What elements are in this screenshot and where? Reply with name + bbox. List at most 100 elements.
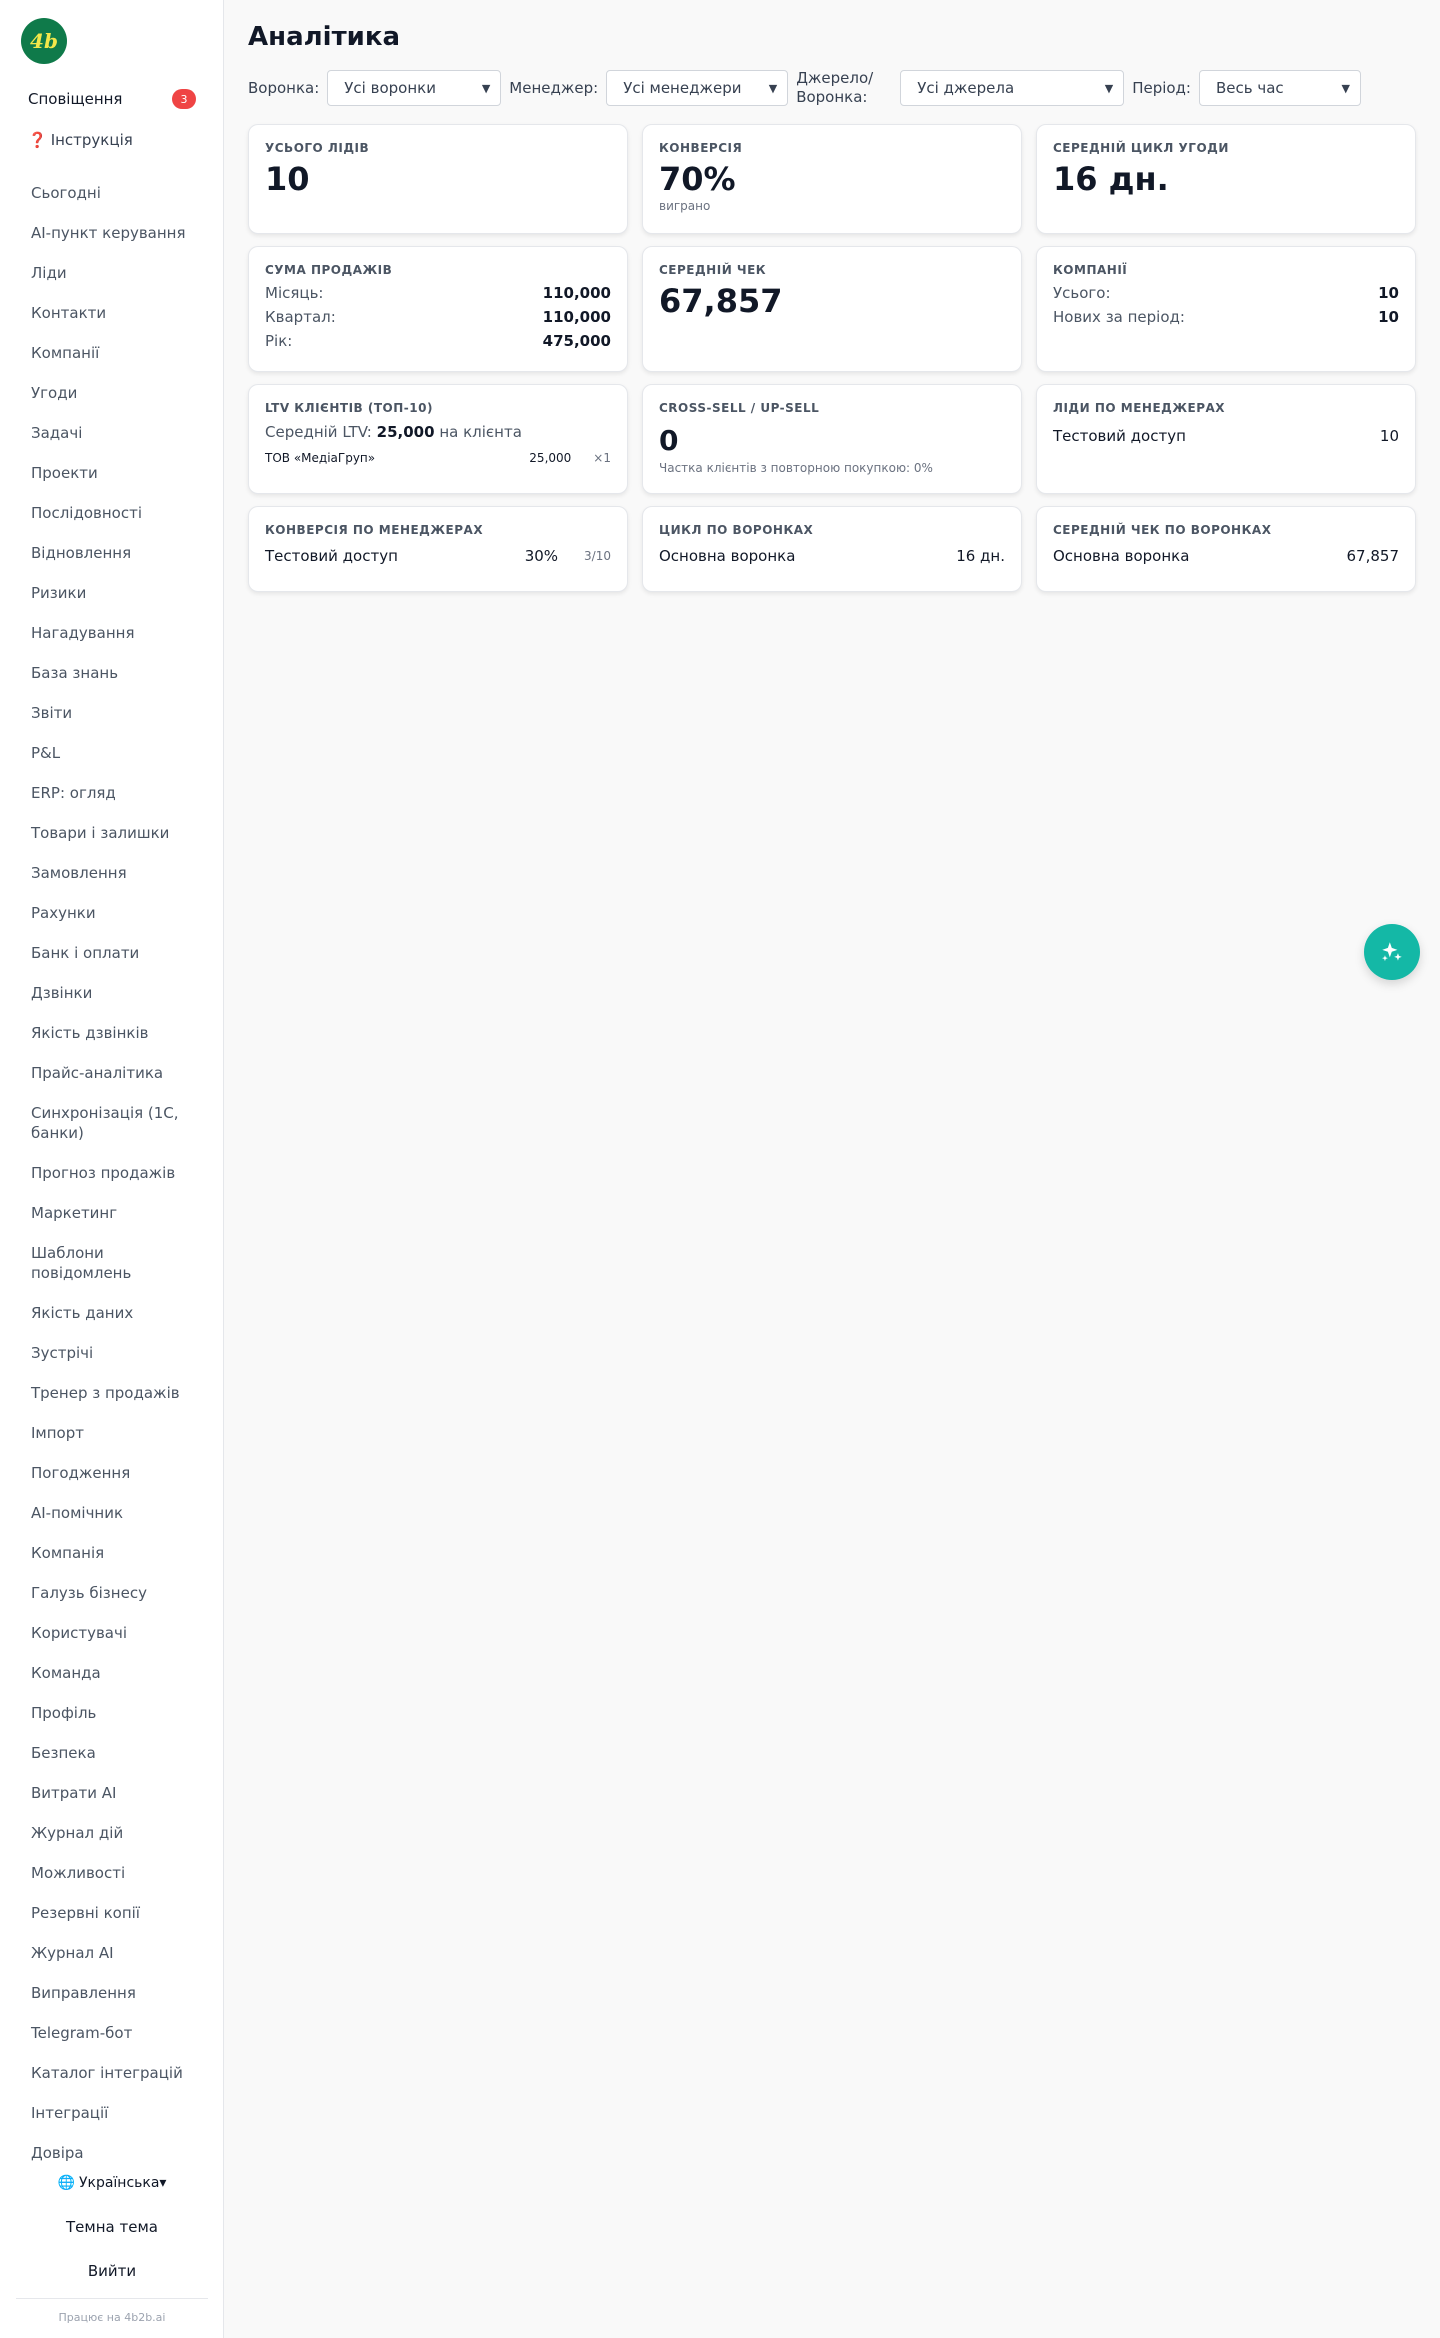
sidebar-item[interactable]: Замовлення — [0, 853, 224, 893]
sidebar-item[interactable]: Імпорт — [0, 1413, 224, 1453]
card-title: Сума продажів — [265, 263, 393, 277]
source-filter-label-line1: Джерело/ — [796, 69, 874, 87]
source-filter-label-line2: Воронка: — [796, 88, 868, 106]
sidebar-item[interactable]: Користувачі — [0, 1613, 224, 1653]
ltv-client-row: ТОВ «МедіаГруп» 25,000 ×1 — [265, 451, 611, 465]
sidebar-item[interactable]: Шаблони повідомлень — [0, 1233, 224, 1293]
sidebar-item[interactable]: P&L — [0, 733, 224, 773]
avg-cycle-card: Середній цикл угоди 16 дн. — [1036, 124, 1416, 234]
kv-label: Нових за період: — [1053, 308, 1185, 326]
period-select[interactable]: Весь час ▼ — [1199, 70, 1361, 106]
companies-new-row: Нових за період: 10 — [1053, 307, 1399, 327]
kv-value: 10 — [1378, 284, 1399, 302]
sidebar-item[interactable]: Рахунки — [0, 893, 224, 933]
sidebar-item[interactable]: Витрати AI — [0, 1773, 224, 1813]
language-selector[interactable]: 🌐 Українська▾ — [0, 2170, 224, 2196]
sidebar-item[interactable]: Задачі — [0, 413, 224, 453]
card-title: Конверсія по менеджерах — [265, 523, 484, 537]
sidebar-item[interactable]: Нагадування — [0, 613, 224, 653]
brand-logo[interactable]: 4b — [21, 18, 67, 64]
guide-link[interactable]: ❓ Інструкція — [28, 128, 133, 152]
sidebar-item[interactable]: Каталог інтеграцій — [0, 2053, 224, 2093]
sales-month-row: Місяць: 110,000 — [265, 283, 611, 303]
sidebar-item[interactable]: Проекти — [0, 453, 224, 493]
sidebar-item[interactable]: Компанії — [0, 333, 224, 373]
ai-assistant-fab[interactable] — [1364, 924, 1420, 980]
ltv-avg-value: 25,000 — [376, 423, 435, 441]
logout-button[interactable]: Вийти — [0, 2258, 224, 2284]
sidebar-item[interactable]: Банк і оплати — [0, 933, 224, 973]
sidebar-item[interactable]: Якість даних — [0, 1293, 224, 1333]
sidebar-item[interactable]: Команда — [0, 1653, 224, 1693]
notifications-link[interactable]: Сповіщення 3 — [28, 87, 196, 111]
sidebar-item[interactable]: Відновлення — [0, 533, 224, 573]
sidebar-item[interactable]: Інтеграції — [0, 2093, 224, 2133]
sidebar-item[interactable]: Журнал AI — [0, 1933, 224, 1973]
leads-by-manager-card: Ліди по менеджерах Тестовий доступ 10 — [1036, 384, 1416, 494]
sidebar-item[interactable]: Синхронізація (1С, банки) — [0, 1093, 224, 1153]
kv-value: 110,000 — [542, 308, 611, 326]
chevron-down-icon: ▼ — [481, 81, 491, 95]
source-filter-label: Джерело/ Воронка: — [796, 69, 874, 107]
cycle-by-funnel-card: Цикл по воронках Основна воронка 16 дн. — [642, 506, 1022, 592]
sidebar-item[interactable]: Якість дзвінків — [0, 1013, 224, 1053]
source-select-value: Усі джерела — [917, 79, 1015, 97]
sidebar-item[interactable]: Звіти — [0, 693, 224, 733]
source-select[interactable]: Усі джерела ▼ — [900, 70, 1125, 106]
sidebar-item[interactable]: База знань — [0, 653, 224, 693]
sidebar-item[interactable]: AI-помічник — [0, 1493, 224, 1533]
sidebar-item[interactable]: Резервні копії — [0, 1893, 224, 1933]
sidebar-item[interactable]: Товари і залишки — [0, 813, 224, 853]
manager-leads: 10 — [1379, 427, 1399, 445]
sidebar-item[interactable]: Сьогодні — [0, 173, 224, 213]
manager-conv-ratio: 3/10 — [584, 549, 611, 563]
sidebar-item[interactable]: Довіра — [0, 2133, 224, 2173]
sidebar-item[interactable]: Ліди — [0, 253, 224, 293]
sidebar-item[interactable]: Контакти — [0, 293, 224, 333]
sidebar-item[interactable]: Послідовності — [0, 493, 224, 533]
sidebar-item[interactable]: Тренер з продажів — [0, 1373, 224, 1413]
ltv-client-value: 25,000 — [529, 451, 572, 465]
sidebar-item[interactable]: Telegram-бот — [0, 2013, 224, 2053]
conversion-value: 70% — [659, 160, 736, 198]
manager-filter-label: Менеджер: — [509, 78, 599, 97]
funnel-cycle: 16 дн. — [956, 547, 1005, 565]
powered-by: Працює на 4b2b.ai — [16, 2298, 208, 2324]
dark-theme-button[interactable]: Темна тема — [0, 2214, 224, 2240]
funnel-select[interactable]: Усі воронки ▼ — [327, 70, 502, 106]
sidebar-item[interactable]: Погодження — [0, 1453, 224, 1493]
sidebar-item[interactable]: Можливості — [0, 1853, 224, 1893]
sidebar-item[interactable]: Компанія — [0, 1533, 224, 1573]
card-title: Компанії — [1053, 263, 1128, 277]
sidebar-item[interactable]: Прайс-аналітика — [0, 1053, 224, 1093]
sidebar-item[interactable]: AI-пункт керування — [0, 213, 224, 253]
sidebar-item[interactable]: Профіль — [0, 1693, 224, 1733]
kv-value: 110,000 — [542, 284, 611, 302]
table-row: Тестовий доступ 30% 3/10 — [265, 547, 611, 565]
sidebar-item[interactable]: Угоди — [0, 373, 224, 413]
manager-name: Тестовий доступ — [1053, 427, 1186, 445]
funnel-filter-label: Воронка: — [248, 78, 320, 97]
card-title: Цикл по воронках — [659, 523, 814, 537]
sidebar-item[interactable]: Журнал дій — [0, 1813, 224, 1853]
sidebar-item[interactable]: Галузь бізнесу — [0, 1573, 224, 1613]
ltv-avg-prefix: Середній LTV: — [265, 423, 372, 441]
sidebar-item[interactable]: Зустрічі — [0, 1333, 224, 1373]
avg-check-value: 67,857 — [659, 282, 783, 320]
sidebar-item[interactable]: Прогноз продажів — [0, 1153, 224, 1193]
sidebar-item[interactable]: Безпека — [0, 1733, 224, 1773]
sidebar-item[interactable]: Виправлення — [0, 1973, 224, 2013]
companies-card: Компанії Усього: 10 Нових за період: 10 — [1036, 246, 1416, 372]
sidebar-item[interactable]: Маркетинг — [0, 1193, 224, 1233]
sidebar-item[interactable]: Дзвінки — [0, 973, 224, 1013]
conversion-card: Конверсія 70% виграно — [642, 124, 1022, 234]
sidebar-item[interactable]: Ризики — [0, 573, 224, 613]
manager-select[interactable]: Усі менеджери ▼ — [606, 70, 789, 106]
sidebar-item[interactable]: ERP: огляд — [0, 773, 224, 813]
avg-check-card: Середній чек 67,857 — [642, 246, 1022, 372]
sparkles-icon — [1382, 942, 1402, 962]
table-row: Тестовий доступ 10 — [1053, 427, 1399, 445]
conv-by-manager-card: Конверсія по менеджерах Тестовий доступ … — [248, 506, 628, 592]
kv-label: Рік: — [265, 332, 293, 350]
globe-icon: 🌐 — [57, 2175, 75, 2191]
